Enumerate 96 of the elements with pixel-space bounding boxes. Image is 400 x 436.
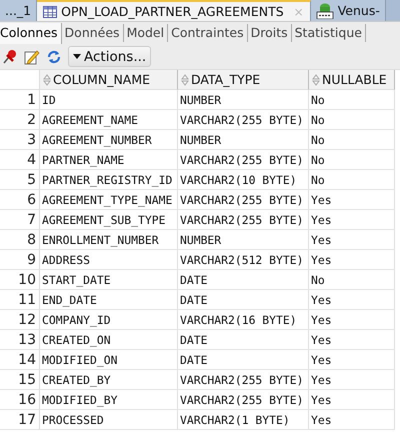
editor-tab[interactable]: OPN_LOAD_PARTNER_AGREEMENTS ×: [37, 0, 311, 21]
table-cell: Yes: [309, 210, 395, 230]
row-number: 10: [0, 270, 40, 290]
row-number: 17: [0, 410, 40, 430]
row-number: 3: [0, 130, 40, 150]
tab-title: OPN_LOAD_PARTNER_AGREEMENTS: [61, 4, 284, 19]
header-label: DATA_TYPE: [191, 72, 260, 87]
actions-button[interactable]: Actions...: [68, 46, 152, 67]
table-cell: ADDRESS: [40, 250, 178, 270]
table-cell: Yes: [309, 230, 395, 250]
row-number: 1: [0, 90, 40, 110]
table-cell: No: [309, 130, 395, 150]
table-cell: Yes: [309, 390, 395, 410]
table-cell: Yes: [309, 410, 395, 430]
table-cell: VARCHAR2(16 BYTE): [178, 310, 309, 330]
row-number: 4: [0, 150, 40, 170]
row-number: 2: [0, 110, 40, 130]
table-cell: No: [309, 150, 395, 170]
row-number: 16: [0, 390, 40, 410]
table-cell: DATE: [178, 270, 309, 290]
table-cell: VARCHAR2(255 BYTE): [178, 390, 309, 410]
pin-icon[interactable]: [2, 48, 18, 64]
table-cell: VARCHAR2(10 BYTE): [178, 170, 309, 190]
table-cell: DATE: [178, 350, 309, 370]
tab-title: Venus-: [338, 3, 380, 18]
row-number: 9: [0, 250, 40, 270]
table-cell: VARCHAR2(255 BYTE): [178, 190, 309, 210]
table-cell: AGREEMENT_NUMBER: [40, 130, 178, 150]
row-number: 14: [0, 350, 40, 370]
tab[interactable]: Model: [124, 24, 168, 42]
caret-icon: [73, 54, 81, 59]
column-header[interactable]: DATA_TYPE: [178, 70, 309, 90]
table-cell: No: [309, 90, 395, 110]
table-cell: VARCHAR2(255 BYTE): [178, 370, 309, 390]
edit-icon[interactable]: [24, 48, 40, 64]
table-cell: ID: [40, 90, 178, 110]
editor-tab[interactable]: Venus-: [310, 0, 386, 21]
table-icon: [43, 6, 58, 18]
table-cell: AGREEMENT_NAME: [40, 110, 178, 130]
refresh-icon[interactable]: [46, 48, 62, 64]
table-cell: DATE: [178, 290, 309, 310]
sort-icon: [312, 74, 320, 86]
row-number: 13: [0, 330, 40, 350]
tab-title: ..._1: [5, 3, 32, 18]
row-number: 6: [0, 190, 40, 210]
table-cell: VARCHAR2(1 BYTE): [178, 410, 309, 430]
row-number: 12: [0, 310, 40, 330]
tab[interactable]: Droits: [248, 24, 292, 42]
table-cell: NUMBER: [178, 230, 309, 250]
row-number: 8: [0, 230, 40, 250]
table-cell: PARTNER_REGISTRY_ID: [40, 170, 178, 190]
table-cell: AGREEMENT_SUB_TYPE: [40, 210, 178, 230]
table-cell: MODIFIED_BY: [40, 390, 178, 410]
table-cell: Yes: [309, 190, 395, 210]
table-cell: PROCESSED: [40, 410, 178, 430]
table-cell: NUMBER: [178, 130, 309, 150]
table-cell: VARCHAR2(255 BYTE): [178, 210, 309, 230]
table-cell: Yes: [309, 250, 395, 270]
header-label: COLUMN_NAME: [53, 72, 150, 87]
sort-icon: [181, 74, 189, 86]
table-cell: No: [309, 110, 395, 130]
table-cell: AGREEMENT_TYPE_NAME: [40, 190, 178, 210]
column-header[interactable]: COLUMN_NAME: [40, 70, 178, 90]
row-number: 7: [0, 210, 40, 230]
editor-tab[interactable]: ..._1: [0, 0, 38, 21]
table-cell: Yes: [309, 310, 395, 330]
tab[interactable]: Données: [62, 24, 124, 42]
tab[interactable]: Contraintes: [168, 24, 248, 42]
table-cell: VARCHAR2(512 BYTE): [178, 250, 309, 270]
column-header[interactable]: NULLABLE: [309, 70, 395, 90]
table-cell: PARTNER_NAME: [40, 150, 178, 170]
table-cell: Yes: [309, 330, 395, 350]
table-cell: VARCHAR2(255 BYTE): [178, 110, 309, 130]
table-cell: START_DATE: [40, 270, 178, 290]
table-cell: Yes: [309, 290, 395, 310]
table-cell: VARCHAR2(255 BYTE): [178, 150, 309, 170]
table-cell: COMPANY_ID: [40, 310, 178, 330]
table-cell: Yes: [309, 370, 395, 390]
table-cell: END_DATE: [40, 290, 178, 310]
header-label: NULLABLE: [322, 72, 387, 87]
tab[interactable]: Statistique: [292, 24, 366, 42]
table-cell: No: [309, 270, 395, 290]
table-cell: CREATED_BY: [40, 370, 178, 390]
table-cell: No: [309, 170, 395, 190]
table-cell: NUMBER: [178, 90, 309, 110]
table-cell: DATE: [178, 330, 309, 350]
table-cell: MODIFIED_ON: [40, 350, 178, 370]
table-cell: ENROLLMENT_NUMBER: [40, 230, 178, 250]
table-cell: CREATED_ON: [40, 330, 178, 350]
row-number: 5: [0, 170, 40, 190]
tab[interactable]: Colonnes: [0, 22, 62, 44]
sort-icon: [43, 74, 51, 86]
database-icon: [316, 2, 334, 18]
row-number: 11: [0, 290, 40, 310]
row-number: 15: [0, 370, 40, 390]
table-cell: Yes: [309, 350, 395, 370]
